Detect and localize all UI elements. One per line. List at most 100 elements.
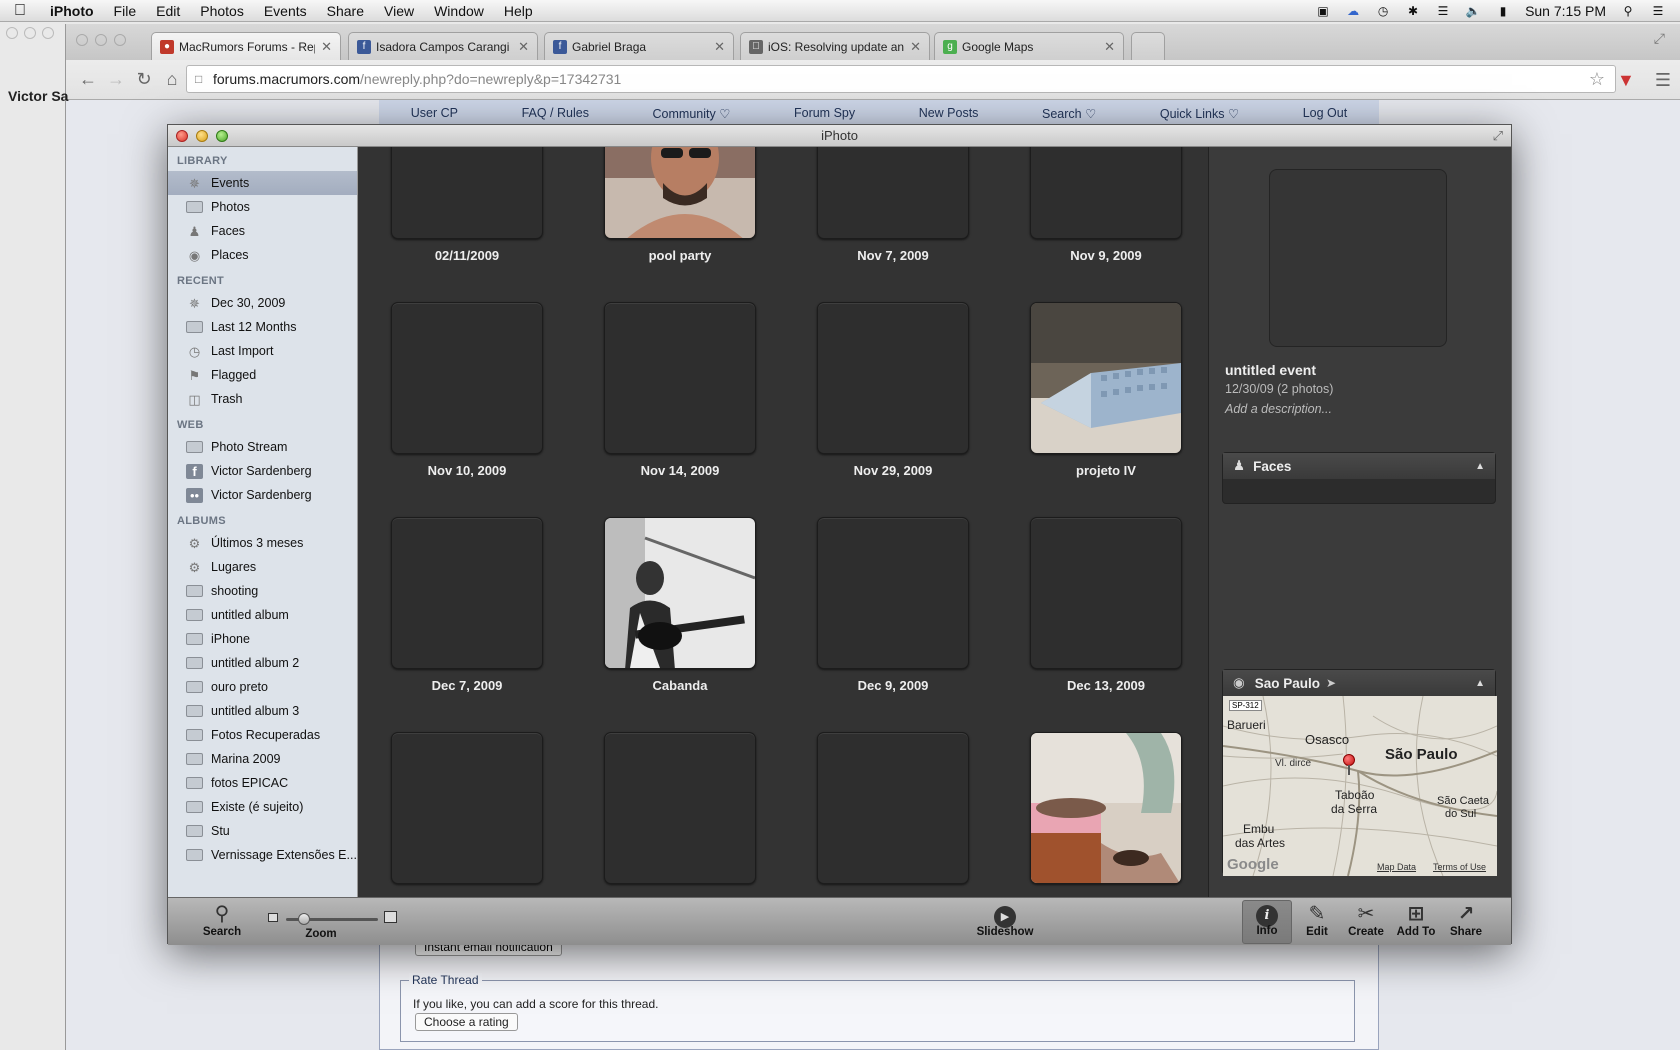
nav-quick-links[interactable]: Quick Links ♡	[1160, 106, 1239, 121]
nav-forum-spy[interactable]: Forum Spy	[794, 106, 855, 120]
event-tile[interactable]: Dec 7, 2009	[387, 517, 547, 693]
clock-text[interactable]: Sun 7:15 PM	[1525, 3, 1606, 19]
event-tile[interactable]: projeto IV	[1026, 302, 1186, 478]
tab-close-icon[interactable]: ✕	[518, 39, 529, 55]
sidebar-item-flagged[interactable]: ⚑ Flagged	[168, 363, 357, 387]
chrome-menu-icon[interactable]: ☰	[1655, 70, 1671, 91]
event-tile[interactable]: Nov 10, 2009	[387, 302, 547, 478]
zoom-icon[interactable]	[114, 34, 126, 46]
add-to-button[interactable]: ⊞ Add To	[1391, 902, 1441, 938]
sidebar-item-faces[interactable]: ♟ Faces	[168, 219, 357, 243]
battery-icon[interactable]: ▮	[1495, 4, 1511, 18]
sidebar-item-places[interactable]: ◉ Places	[168, 243, 357, 267]
sidebar-item-last-12-months[interactable]: Last 12 Months	[168, 315, 357, 339]
rating-select[interactable]: Choose a rating	[415, 1013, 518, 1031]
wifi-icon[interactable]: ☰	[1435, 4, 1451, 18]
tab-ios[interactable]:  iOS: Resolving update and ✕	[740, 32, 930, 60]
event-tile[interactable]	[600, 732, 760, 893]
menu-edit[interactable]: Edit	[146, 3, 190, 19]
tab-google-maps[interactable]: g Google Maps ✕	[934, 32, 1124, 60]
spotlight-search-icon[interactable]: ⚲	[1620, 4, 1636, 18]
zoom-icon[interactable]	[216, 130, 228, 142]
event-tile[interactable]: 02/11/2009	[387, 147, 547, 263]
edit-button[interactable]: ✎ Edit	[1292, 902, 1342, 938]
sidebar-item-album[interactable]: Vernissage Extensões E...	[168, 843, 357, 867]
sidebar-item-trash[interactable]: ◫ Trash	[168, 387, 357, 411]
minimize-icon[interactable]	[95, 34, 107, 46]
extension-icon[interactable]: ▼	[1617, 70, 1635, 91]
sidebar-item-flickr[interactable]: •• Victor Sardenberg	[168, 483, 357, 507]
nav-search[interactable]: Search ♡	[1042, 106, 1096, 121]
notification-center-icon[interactable]: ☰	[1650, 4, 1666, 18]
tab-gabriel[interactable]: f Gabriel Braga ✕	[544, 32, 734, 60]
zoom-slider[interactable]	[268, 911, 397, 928]
event-tile[interactable]: Cabanda	[600, 517, 760, 693]
address-bar[interactable]: □ forums.macrumors.com/newreply.php?do=n…	[186, 65, 1616, 93]
tab-close-icon[interactable]: ✕	[910, 39, 921, 55]
sidebar-item-events[interactable]: ✵ Events	[168, 171, 357, 195]
nav-new-posts[interactable]: New Posts	[919, 106, 979, 120]
sidebar-item-album[interactable]: Stu	[168, 819, 357, 843]
menu-view[interactable]: View	[374, 3, 424, 19]
event-tile[interactable]: Nov 7, 2009	[813, 147, 973, 263]
reload-icon[interactable]: ↻	[130, 69, 158, 90]
menu-help[interactable]: Help	[494, 3, 543, 19]
fullscreen-icon[interactable]: ⤢	[1654, 30, 1665, 47]
sidebar-item-last-import[interactable]: ◷ Last Import	[168, 339, 357, 363]
tab-macrumors[interactable]: ● MacRumors Forums - Rep ✕	[151, 32, 341, 60]
event-tile[interactable]: Nov 9, 2009	[1026, 147, 1186, 263]
nav-faq-rules[interactable]: FAQ / Rules	[522, 106, 589, 120]
key-photo-placeholder[interactable]	[1269, 169, 1447, 347]
home-icon[interactable]: ⌂	[158, 69, 186, 90]
tab-close-icon[interactable]: ✕	[1104, 39, 1115, 55]
menu-app-name[interactable]: iPhoto	[40, 3, 104, 19]
places-panel-header[interactable]: ◉ Sao Paulo ➤ ▲	[1223, 670, 1495, 696]
event-tile[interactable]	[813, 732, 973, 893]
close-icon[interactable]	[76, 34, 88, 46]
nav-community[interactable]: Community ♡	[653, 106, 731, 121]
event-tile[interactable]: Nov 29, 2009	[813, 302, 973, 478]
sidebar-item-photos[interactable]: Photos	[168, 195, 357, 219]
menu-events[interactable]: Events	[254, 3, 317, 19]
menu-photos[interactable]: Photos	[190, 3, 254, 19]
minimize-icon[interactable]	[196, 130, 208, 142]
place-arrow-icon[interactable]: ➤	[1326, 676, 1336, 690]
bluetooth-icon[interactable]: ✱	[1405, 4, 1421, 18]
sidebar-item-album[interactable]: untitled album	[168, 603, 357, 627]
nav-log-out[interactable]: Log Out	[1303, 106, 1347, 120]
share-button[interactable]: ↗ Share	[1441, 902, 1491, 938]
map-terms-link[interactable]: Terms of Use	[1433, 862, 1486, 872]
zoom-knob[interactable]	[298, 913, 310, 925]
sidebar-item-album[interactable]: ouro preto	[168, 675, 357, 699]
sidebar-item-facebook[interactable]: f Victor Sardenberg	[168, 459, 357, 483]
time-machine-icon[interactable]: ◷	[1375, 4, 1391, 18]
slideshow-button[interactable]: ▶ Slideshow	[970, 902, 1040, 938]
sidebar-item-album[interactable]: iPhone	[168, 627, 357, 651]
sidebar-item-album[interactable]: shooting	[168, 579, 357, 603]
menu-share[interactable]: Share	[317, 3, 374, 19]
collapse-triangle-icon[interactable]: ▲	[1475, 678, 1485, 689]
apple-menu-icon[interactable]: 	[0, 2, 40, 20]
event-tile[interactable]	[1026, 732, 1186, 893]
new-tab-button[interactable]	[1131, 32, 1165, 60]
faces-panel-header[interactable]: ♟ Faces ▲	[1223, 453, 1495, 479]
info-button[interactable]: i Info	[1242, 900, 1292, 944]
menu-file[interactable]: File	[104, 3, 147, 19]
forward-icon[interactable]: →	[102, 69, 130, 90]
sidebar-item-album[interactable]: Existe (é sujeito)	[168, 795, 357, 819]
sidebar-item-album[interactable]: ⚙ Lugares	[168, 555, 357, 579]
fullscreen-icon[interactable]: ⤢	[1493, 125, 1503, 147]
cloud-sync-icon[interactable]: ☁	[1345, 4, 1361, 18]
search-button[interactable]: ⚲ Search	[197, 902, 247, 938]
bookmark-star-icon[interactable]: ☆	[1589, 69, 1605, 90]
sidebar-item-album[interactable]: Fotos Recuperadas	[168, 723, 357, 747]
sidebar-item-album[interactable]: untitled album 3	[168, 699, 357, 723]
sidebar-item-album[interactable]: Marina 2009	[168, 747, 357, 771]
event-tile[interactable]: Dec 9, 2009	[813, 517, 973, 693]
nav-user-cp[interactable]: User CP	[411, 106, 458, 120]
event-tile[interactable]	[387, 732, 547, 893]
volume-icon[interactable]: 🔈	[1465, 4, 1481, 18]
event-description-field[interactable]: Add a description...	[1225, 402, 1332, 416]
sidebar-item-album[interactable]: ⚙ Últimos 3 meses	[168, 531, 357, 555]
menu-window[interactable]: Window	[424, 3, 494, 19]
